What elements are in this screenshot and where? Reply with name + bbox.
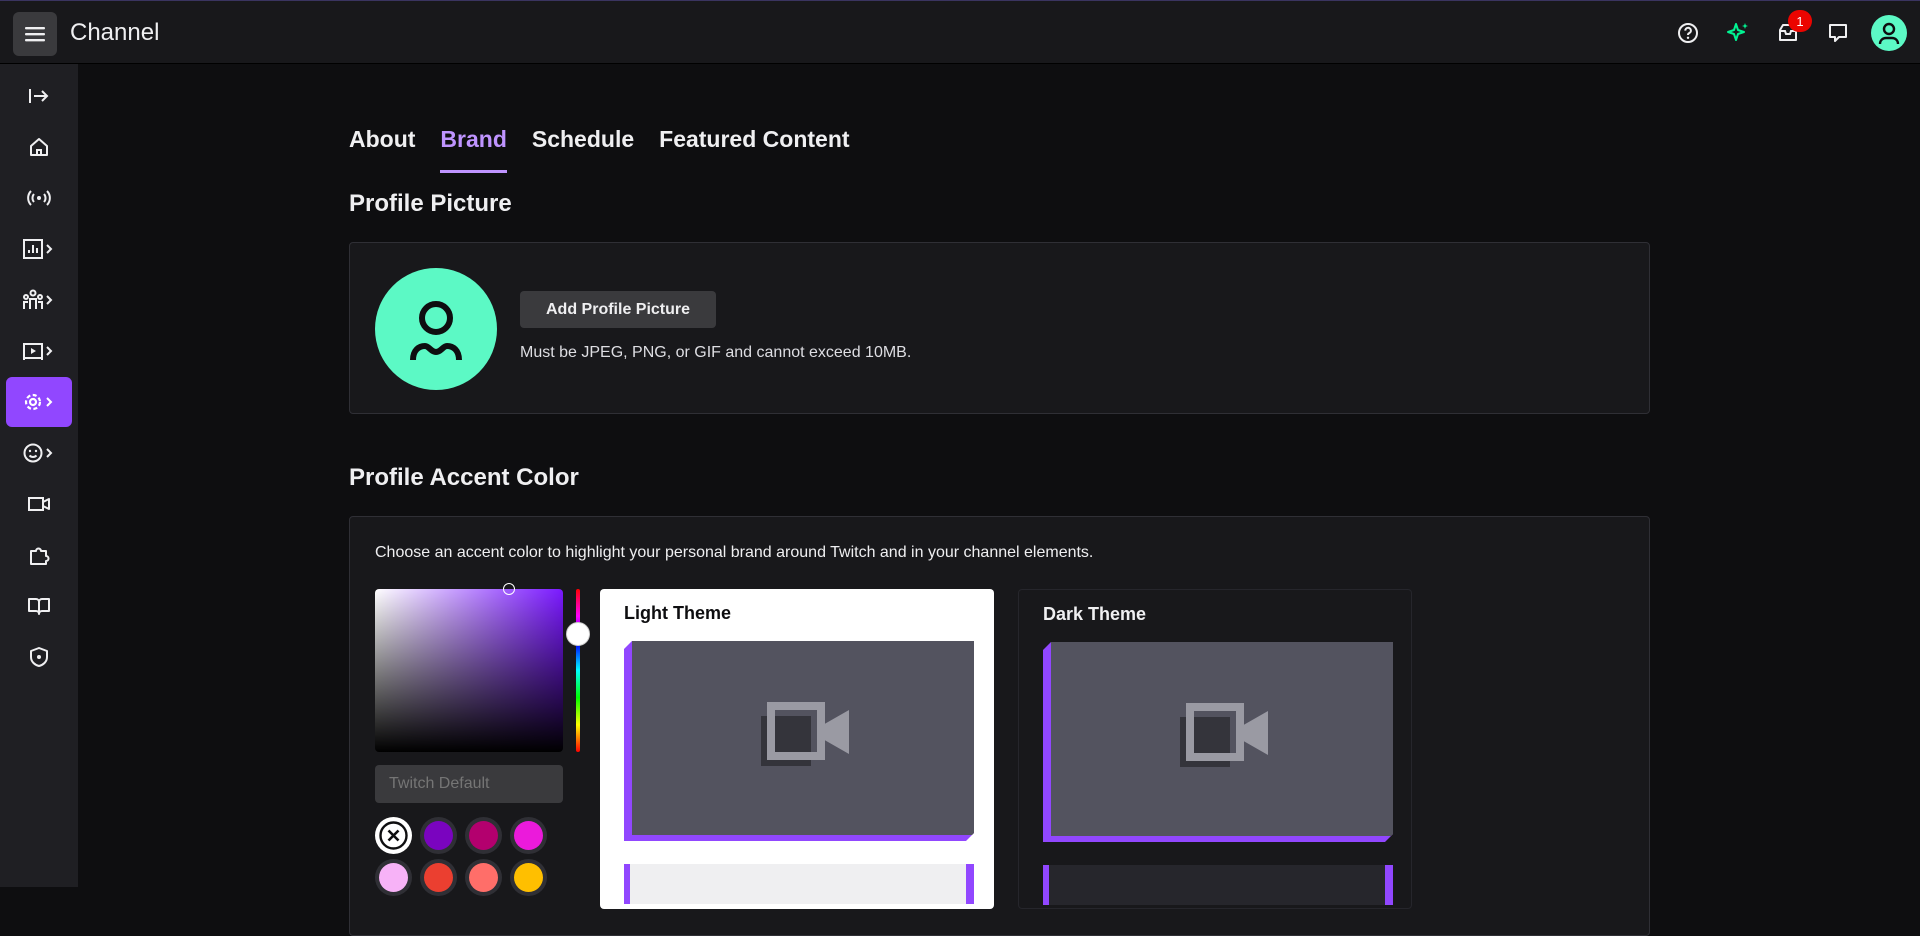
profile-avatar <box>375 268 497 390</box>
dark-theme-preview: Dark Theme <box>1018 589 1412 909</box>
sidebar-item-extensions[interactable] <box>6 530 72 580</box>
swatch-yellow[interactable] <box>510 859 547 896</box>
sidebar-item-settings[interactable] <box>6 377 72 427</box>
arrow-to-right-icon <box>29 89 49 103</box>
profile-picture-hint: Must be JPEG, PNG, or GIF and cannot exc… <box>520 344 912 361</box>
top-bar: Channel 1 <box>0 0 1920 64</box>
shield-icon <box>30 647 48 667</box>
hue-slider[interactable] <box>566 589 590 752</box>
dark-theme-video-preview <box>1043 642 1393 842</box>
help-button[interactable] <box>1670 15 1706 51</box>
sparkle-button[interactable] <box>1720 15 1756 51</box>
help-icon <box>1678 23 1698 43</box>
whispers-icon <box>1829 24 1847 42</box>
menu-button[interactable] <box>13 12 57 56</box>
accent-description: Choose an accent color to highlight your… <box>375 544 1094 561</box>
analytics-icon <box>23 239 53 259</box>
accent-color-title: Profile Accent Color <box>349 464 579 491</box>
video-camera-icon <box>753 698 853 778</box>
user-avatar[interactable] <box>1871 15 1907 51</box>
color-saturation-picker[interactable] <box>375 583 563 752</box>
sidebar-item-stream[interactable] <box>6 173 72 223</box>
sidebar-item-content[interactable] <box>6 326 72 376</box>
dark-theme-chat-preview <box>1043 865 1393 905</box>
main-content: About Brand Schedule Featured Content Pr… <box>78 64 1920 936</box>
light-theme-video-preview <box>624 641 974 841</box>
sidebar-item-analytics[interactable] <box>6 224 72 274</box>
sidebar-item-safety[interactable] <box>6 632 72 682</box>
menu-icon <box>25 27 45 42</box>
swatch-purple[interactable] <box>420 817 457 854</box>
profile-picture-title: Profile Picture <box>349 190 512 217</box>
dark-theme-title: Dark Theme <box>1043 604 1147 624</box>
tab-featured-content[interactable]: Featured Content <box>659 126 849 166</box>
color-picker-handle[interactable] <box>503 583 515 595</box>
tab-about[interactable]: About <box>349 126 415 166</box>
home-icon <box>30 138 48 156</box>
camera-icon <box>28 497 50 511</box>
tab-brand[interactable]: Brand <box>440 126 508 173</box>
puzzle-icon <box>30 547 50 565</box>
tab-schedule[interactable]: Schedule <box>532 126 634 166</box>
hue-slider-handle[interactable] <box>566 622 590 646</box>
content-icon <box>23 343 53 360</box>
gear-icon <box>24 393 53 411</box>
sparkle-icon <box>1727 23 1748 41</box>
book-icon <box>28 598 50 615</box>
emote-icon <box>23 443 53 463</box>
sidebar-item-home[interactable] <box>6 122 72 172</box>
tab-bar: About Brand Schedule Featured Content <box>349 126 875 173</box>
swatch-default[interactable] <box>375 817 412 854</box>
sidebar-item-collapse[interactable] <box>6 71 72 121</box>
light-theme-chat-preview <box>624 864 974 904</box>
light-theme-preview: Light Theme <box>600 589 994 909</box>
sidebar-item-community[interactable] <box>6 275 72 325</box>
swatch-light-pink[interactable] <box>375 859 412 896</box>
broadcast-icon <box>27 190 51 206</box>
whispers-button[interactable] <box>1820 15 1856 51</box>
swatch-pink[interactable] <box>510 817 547 854</box>
profile-picture-panel: Add Profile Picture Must be JPEG, PNG, o… <box>349 242 1650 414</box>
sidebar <box>0 64 78 887</box>
user-avatar-icon <box>410 301 462 361</box>
sidebar-item-viewer-rewards[interactable] <box>6 428 72 478</box>
close-icon <box>379 821 408 850</box>
swatch-magenta[interactable] <box>465 817 502 854</box>
add-profile-picture-button[interactable]: Add Profile Picture <box>520 291 717 328</box>
community-icon <box>23 289 53 309</box>
page-title: Channel <box>70 19 160 46</box>
color-hex-input[interactable] <box>375 765 563 803</box>
notification-badge: 1 <box>1788 10 1812 32</box>
light-theme-title: Light Theme <box>624 603 731 623</box>
swatch-coral[interactable] <box>465 859 502 896</box>
inbox-button[interactable]: 1 <box>1770 10 1812 51</box>
user-avatar-icon <box>1878 22 1900 45</box>
video-camera-icon <box>1172 699 1272 779</box>
swatch-red[interactable] <box>420 859 457 896</box>
sidebar-item-learn[interactable] <box>6 581 72 631</box>
sidebar-item-creator-camp[interactable] <box>6 479 72 529</box>
accent-color-panel: Choose an accent color to highlight your… <box>349 516 1650 936</box>
